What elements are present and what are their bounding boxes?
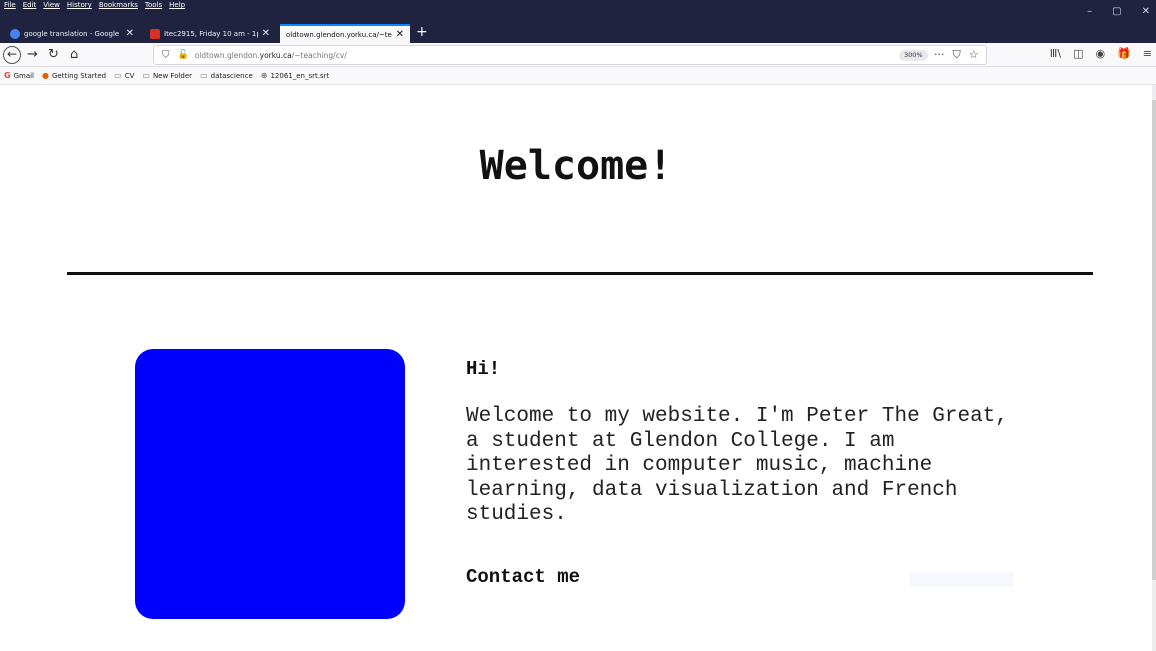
bookmark-srt-file[interactable]: ⊕ 12061_en_srt.srt <box>261 71 329 80</box>
page-heading: Welcome! <box>479 143 673 189</box>
library-icon[interactable]: Ⅲ\ <box>1050 47 1061 60</box>
menu-file[interactable]: File <box>4 1 16 9</box>
menu-bar: File Edit View History Bookmarks Tools H… <box>4 1 185 9</box>
tab-strip: google translation - Google Se ✕ Itec291… <box>0 22 1156 43</box>
bookmark-star-icon[interactable]: ☆ <box>969 48 979 62</box>
greeting-heading: Hi! <box>466 358 501 380</box>
profile-image <box>135 349 405 619</box>
tab-itec2915[interactable]: Itec2915, Friday 10 am - 1pm / ✕ <box>144 24 276 43</box>
folder-icon: ▭ <box>142 71 150 80</box>
menu-bookmarks[interactable]: Bookmarks <box>99 1 138 9</box>
bookmark-gmail[interactable]: G Gmail <box>4 71 34 80</box>
pocket-icon[interactable]: ⛉ <box>953 48 961 62</box>
scrollbar-thumb[interactable] <box>1152 100 1156 580</box>
tab-label: oldtown.glendon.yorku.ca/~teachi <box>286 30 392 39</box>
home-button[interactable]: ⌂ <box>70 46 78 64</box>
reload-button[interactable]: ↻ <box>48 46 59 64</box>
tab-label: Itec2915, Friday 10 am - 1pm / <box>164 29 258 38</box>
close-window-button[interactable]: ✕ <box>1142 6 1150 17</box>
account-icon[interactable]: ◉ <box>1095 47 1105 60</box>
horizontal-rule <box>67 272 1093 275</box>
folder-icon: ▭ <box>200 71 208 80</box>
gmail-icon <box>150 28 160 39</box>
insecure-lock-icon[interactable]: 🔓 <box>178 50 189 60</box>
intro-paragraph: Welcome to my website. I'm Peter The Gre… <box>466 405 1008 526</box>
bookmark-getting-started[interactable]: ● Getting Started <box>42 71 106 80</box>
tab-google-translation[interactable]: google translation - Google Se ✕ <box>4 24 140 43</box>
menu-tools[interactable]: Tools <box>145 1 162 9</box>
navigation-bar: ← → ↻ ⌂ ⛉ 🔓 oldtown.glendon.yorku.ca/~te… <box>0 43 1156 67</box>
bookmarks-toolbar: G Gmail ● Getting Started ▭ CV ▭ New Fol… <box>0 67 1156 85</box>
faded-element <box>910 572 1014 587</box>
tab-oldtown[interactable]: oldtown.glendon.yorku.ca/~teachi ✕ <box>280 24 410 43</box>
bookmark-folder-cv[interactable]: ▭ CV <box>114 71 134 80</box>
sidebar-icon[interactable]: ◫ <box>1073 47 1083 60</box>
page-actions-icon[interactable]: ··· <box>934 48 945 62</box>
close-tab-icon[interactable]: ✕ <box>262 28 270 39</box>
globe-icon: ⊕ <box>260 71 268 80</box>
menu-view[interactable]: View <box>43 1 60 9</box>
bookmark-folder-datascience[interactable]: ▭ datascience <box>200 71 253 80</box>
google-icon: G <box>4 71 11 80</box>
google-icon <box>10 28 20 39</box>
restore-button[interactable]: ▢ <box>1112 6 1121 17</box>
page-content: Welcome! Hi! Welcome to my website. I'm … <box>0 85 1152 651</box>
url-actions: ··· ⛉ ☆ <box>934 48 979 62</box>
toolbar-icons: Ⅲ\ ◫ ◉ 🎁 ≡ <box>1050 47 1152 60</box>
bookmark-folder-new-folder[interactable]: ▭ New Folder <box>142 71 192 80</box>
new-tab-button[interactable]: + <box>416 24 428 40</box>
contact-heading: Contact me <box>466 566 581 588</box>
forward-button[interactable]: → <box>27 46 38 64</box>
close-tab-icon[interactable]: ✕ <box>126 28 134 39</box>
window-controls: – ▢ ✕ <box>1087 6 1150 17</box>
tab-label: google translation - Google Se <box>24 29 122 38</box>
menu-history[interactable]: History <box>67 1 92 9</box>
url-text[interactable]: oldtown.glendon.yorku.ca/~teaching/cv/ <box>195 51 347 60</box>
hamburger-menu-icon[interactable]: ≡ <box>1143 47 1152 60</box>
menu-edit[interactable]: Edit <box>23 1 37 9</box>
folder-icon: ▭ <box>114 71 122 80</box>
url-bar[interactable]: ⛉ 🔓 oldtown.glendon.yorku.ca/~teaching/c… <box>153 45 987 65</box>
back-button[interactable]: ← <box>3 46 21 64</box>
zoom-level[interactable]: 300% <box>899 50 928 61</box>
minimize-button[interactable]: – <box>1087 6 1092 17</box>
firefox-icon: ● <box>42 71 49 80</box>
extensions-icon[interactable]: 🎁 <box>1117 47 1131 60</box>
shield-icon[interactable]: ⛉ <box>162 50 170 61</box>
title-bar: File Edit View History Bookmarks Tools H… <box>0 0 1156 22</box>
menu-help[interactable]: Help <box>169 1 185 9</box>
close-tab-icon[interactable]: ✕ <box>396 29 404 40</box>
